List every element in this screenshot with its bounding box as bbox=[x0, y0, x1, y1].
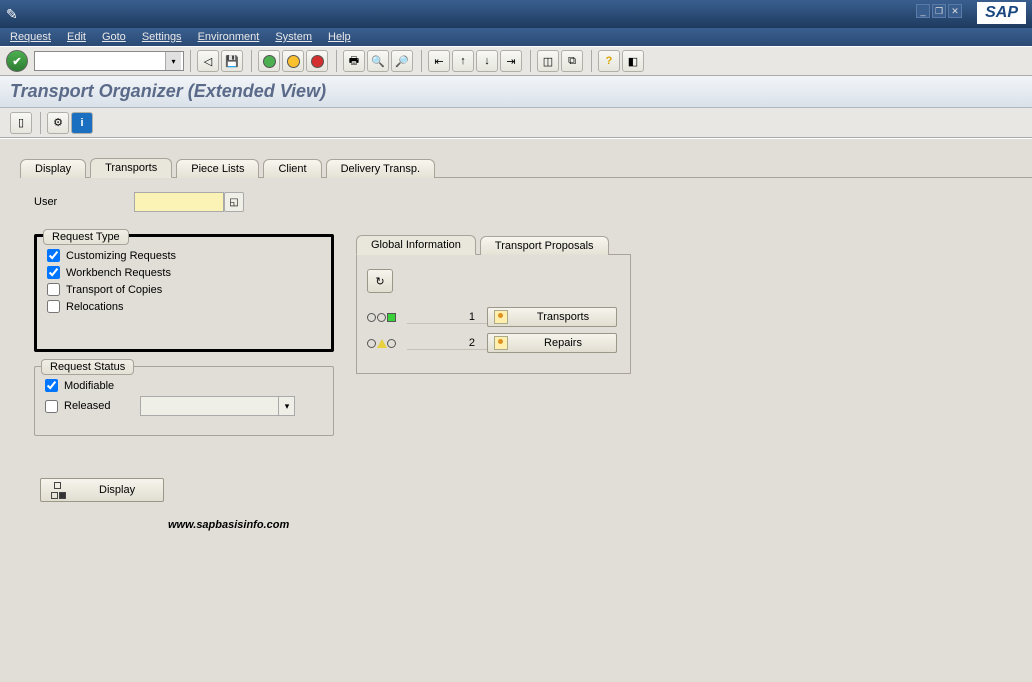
transports-button-label: Transports bbox=[516, 311, 610, 323]
refresh-icon[interactable]: ↻ bbox=[367, 269, 393, 293]
traffic-green-icon bbox=[367, 313, 407, 322]
menu-request[interactable]: Request bbox=[10, 31, 51, 43]
transports-button[interactable]: Transports bbox=[487, 307, 617, 327]
modifiable-label: Modifiable bbox=[64, 380, 114, 392]
customizing-label: Customizing Requests bbox=[66, 250, 176, 262]
next-page-icon[interactable]: ↓ bbox=[476, 50, 498, 72]
person-icon bbox=[494, 336, 508, 350]
back-circle-icon[interactable] bbox=[258, 50, 280, 72]
application-toolbar: ▯ ⚙ i bbox=[0, 108, 1032, 138]
released-combo[interactable]: ▾ bbox=[140, 396, 295, 416]
shortcut-icon[interactable]: ⧉ bbox=[561, 50, 583, 72]
person-icon bbox=[494, 310, 508, 324]
relocations-checkbox[interactable] bbox=[47, 300, 60, 313]
page-title: Transport Organizer (Extended View) bbox=[10, 81, 326, 102]
close-btn[interactable]: ✕ bbox=[948, 4, 962, 18]
standard-toolbar: ✔ ▾ ◁ 💾 🖶 🔍 🔎 ⇤ ↑ ↓ ⇥ ◫ ⧉ ? ◧ bbox=[0, 46, 1032, 76]
menu-bar: Request Edit Goto Settings Environment S… bbox=[0, 28, 1032, 46]
user-label: User bbox=[34, 196, 134, 208]
save-icon[interactable]: 💾 bbox=[221, 50, 243, 72]
traffic-yellow-icon bbox=[367, 339, 407, 348]
tools-icon[interactable]: ⚙ bbox=[47, 112, 69, 134]
find-next-icon[interactable]: 🔎 bbox=[391, 50, 413, 72]
sap-logo: SAP bbox=[977, 2, 1026, 24]
main-tabs: Display Transports Piece Lists Client De… bbox=[20, 157, 1032, 178]
display-button-label: Display bbox=[81, 484, 153, 496]
restore-btn[interactable]: ❐ bbox=[932, 4, 946, 18]
repairs-button-label: Repairs bbox=[516, 337, 610, 349]
menu-settings[interactable]: Settings bbox=[142, 31, 182, 43]
help-icon[interactable]: ? bbox=[598, 50, 620, 72]
menu-edit[interactable]: Edit bbox=[67, 31, 86, 43]
display-button[interactable]: Display bbox=[40, 478, 164, 502]
new-session-icon[interactable]: ◫ bbox=[537, 50, 559, 72]
transports-count: 1 bbox=[407, 311, 487, 324]
last-page-icon[interactable]: ⇥ bbox=[500, 50, 522, 72]
menu-environment[interactable]: Environment bbox=[198, 31, 260, 43]
info-icon[interactable]: i bbox=[71, 112, 93, 134]
tab-piece-lists[interactable]: Piece Lists bbox=[176, 159, 259, 178]
transport-copies-label: Transport of Copies bbox=[66, 284, 162, 296]
first-page-icon[interactable]: ⇤ bbox=[428, 50, 450, 72]
back-icon[interactable]: ◁ bbox=[197, 50, 219, 72]
request-status-legend: Request Status bbox=[41, 359, 134, 375]
dropdown-icon[interactable]: ▾ bbox=[278, 397, 294, 415]
window-menu-icon[interactable]: ✎ bbox=[6, 6, 18, 23]
enter-button[interactable]: ✔ bbox=[6, 50, 28, 72]
relocations-label: Relocations bbox=[66, 301, 123, 313]
global-info-content: ↻ 1 Transports bbox=[356, 255, 631, 374]
workbench-label: Workbench Requests bbox=[66, 267, 171, 279]
find-icon[interactable]: 🔍 bbox=[367, 50, 389, 72]
command-field[interactable] bbox=[35, 52, 165, 70]
cancel-circle-icon[interactable] bbox=[306, 50, 328, 72]
command-field-wrap: ▾ bbox=[34, 51, 184, 71]
customizing-checkbox[interactable] bbox=[47, 249, 60, 262]
request-type-group: Request Type Customizing Requests Workbe… bbox=[34, 234, 334, 352]
tab-global-info[interactable]: Global Information bbox=[356, 235, 476, 255]
released-checkbox[interactable] bbox=[45, 400, 58, 413]
tab-delivery[interactable]: Delivery Transp. bbox=[326, 159, 435, 178]
user-input[interactable] bbox=[134, 192, 224, 212]
modifiable-checkbox[interactable] bbox=[45, 379, 58, 392]
exit-circle-icon[interactable] bbox=[282, 50, 304, 72]
print-icon[interactable]: 🖶 bbox=[343, 50, 365, 72]
transport-copies-checkbox[interactable] bbox=[47, 283, 60, 296]
tab-client[interactable]: Client bbox=[263, 159, 321, 178]
info-tabs: Global Information Transport Proposals bbox=[356, 234, 631, 255]
user-f4-icon[interactable]: ◱ bbox=[224, 192, 244, 212]
command-history-icon[interactable]: ▾ bbox=[165, 52, 181, 70]
tab-display[interactable]: Display bbox=[20, 159, 86, 178]
repairs-button[interactable]: Repairs bbox=[487, 333, 617, 353]
tab-transport-proposals[interactable]: Transport Proposals bbox=[480, 236, 609, 255]
watermark: www.sapbasisinfo.com bbox=[168, 519, 289, 531]
request-type-legend: Request Type bbox=[43, 229, 129, 245]
minimize-btn[interactable]: _ bbox=[916, 4, 930, 18]
workbench-checkbox[interactable] bbox=[47, 266, 60, 279]
prev-page-icon[interactable]: ↑ bbox=[452, 50, 474, 72]
request-status-group: Request Status Modifiable Released ▾ bbox=[34, 366, 334, 436]
layout-icon[interactable]: ◧ bbox=[622, 50, 644, 72]
tree-icon bbox=[51, 482, 69, 498]
menu-goto[interactable]: Goto bbox=[102, 31, 126, 43]
menu-help[interactable]: Help bbox=[328, 31, 351, 43]
create-icon[interactable]: ▯ bbox=[10, 112, 32, 134]
menu-system[interactable]: System bbox=[275, 31, 312, 43]
repairs-count: 2 bbox=[407, 337, 487, 350]
released-label: Released bbox=[64, 400, 110, 412]
tab-transports[interactable]: Transports bbox=[90, 158, 172, 178]
